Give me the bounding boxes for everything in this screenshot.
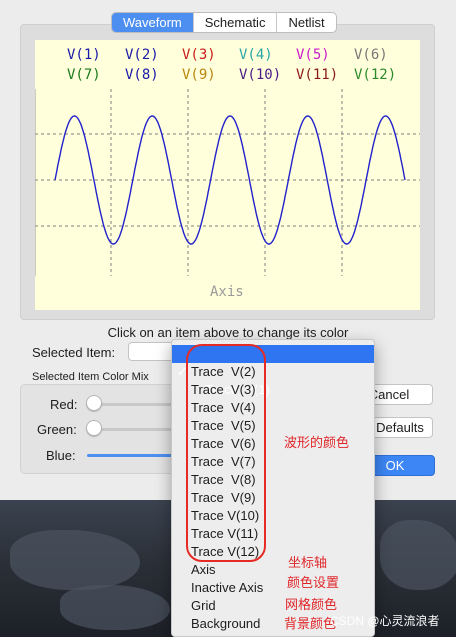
trace-items-highlight-oval [186,344,266,562]
red-label: Red: [50,397,78,412]
annotation-grid-color: 网格颜色 [285,598,338,613]
view-tabs: Waveform Schematic Netlist [111,12,337,33]
annotation-axis: 坐标轴 [288,556,328,571]
annotation-background-color: 背景颜色 [284,617,337,632]
menu-item-axis[interactable]: Axis [172,561,374,579]
green-label: Green: [37,422,77,437]
waveform-graph[interactable] [35,40,420,310]
green-slider-track[interactable] [89,428,181,431]
green-slider-knob[interactable] [86,420,102,436]
red-slider-track[interactable] [89,403,181,406]
watermark: CSDN @心灵流浪者 [330,614,440,628]
axis-label[interactable]: Axis [210,284,244,300]
annotation-color-setting: 颜色设置 [287,576,340,591]
color-mix-title: Selected Item Color Mix [32,371,149,383]
blue-label: Blue: [46,448,76,463]
waveform-plot[interactable]: V(1) V(2) V(3) V(4) V(5) V(6) V(7) V(8) V(9) V(10… [35,40,420,310]
annotation-waveform-color: 波形的颜色 [284,436,350,451]
tab-netlist[interactable]: Netlist [277,13,335,32]
hint-text: Click on an item above to change its col… [107,325,349,340]
menu-item-inactive-axis[interactable]: Inactive Axis [172,579,374,597]
blue-slider-track[interactable] [87,454,181,457]
red-slider-knob[interactable] [86,395,102,411]
selected-item-label: Selected Item: [32,345,116,360]
tab-schematic[interactable]: Schematic [194,13,278,32]
tab-waveform[interactable]: Waveform [112,13,194,32]
color-mix-group: Red: Green: Blue: [20,384,181,474]
